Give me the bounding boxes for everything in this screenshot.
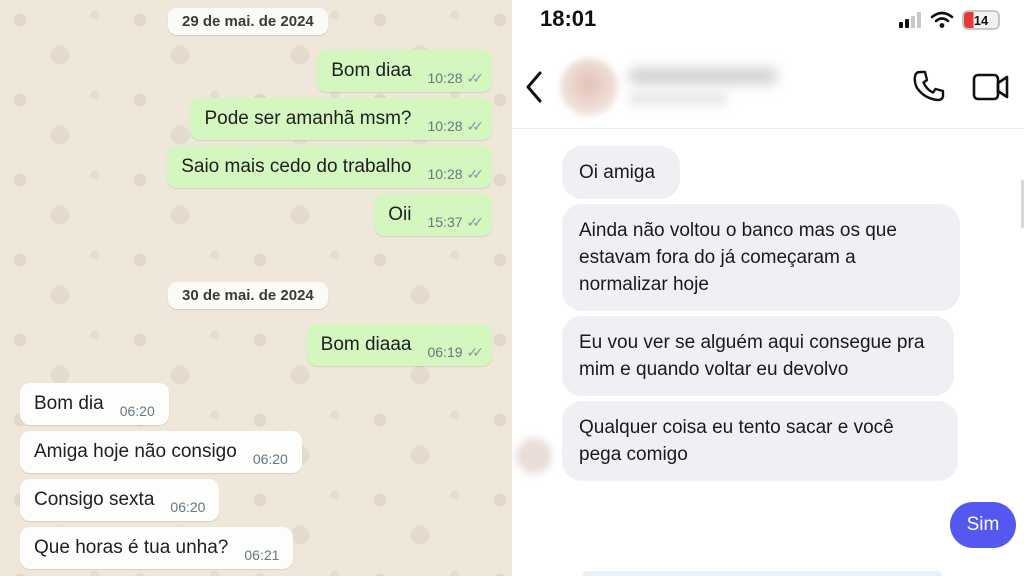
outgoing-message[interactable]: Bom diaa 10:28 ✓✓ [317,50,492,92]
incoming-message[interactable]: Consigo sexta 06:20 [20,479,220,521]
message-text: Saio mais cedo do trabalho [181,156,412,177]
double-check-icon: ✓✓ [466,117,485,134]
message-text: Bom diaaa [320,334,412,355]
incoming-message[interactable]: Oi amiga [562,146,680,199]
message-text: Consigo sexta [34,489,155,510]
signal-icon [899,12,921,28]
message-time: 06:20 [170,499,206,515]
status-bar-icons: 14 [898,10,1000,30]
double-check-icon: ✓✓ [466,213,485,230]
incoming-message[interactable]: Que horas é tua unha? 06:21 [20,527,294,569]
message-meta: 15:37 ✓✓ [427,213,485,231]
message-time: 06:20 [252,451,288,467]
message-time: 10:28 [427,118,463,134]
message-text: Oii [388,204,412,225]
incoming-message[interactable]: Ainda não voltou o banco mas os que esta… [562,204,960,311]
message-meta: 06:19 ✓✓ [427,343,485,361]
chat-header [512,45,1024,129]
sender-avatar-blurred [516,438,552,474]
message-meta: 10:28 ✓✓ [427,69,485,87]
incoming-message[interactable]: Qualquer coisa eu tento sacar e você peg… [562,401,958,481]
incoming-message[interactable]: Bom dia 06:20 [20,383,169,425]
message-text: Bom diaa [331,60,412,81]
message-meta: 10:28 ✓✓ [427,117,485,135]
message-time: 10:28 [427,166,463,182]
incoming-message[interactable]: Amiga hoje não consigo 06:20 [20,431,302,473]
incoming-message[interactable]: Eu vou ver se alguém aqui consegue pra m… [562,316,954,396]
outgoing-message[interactable]: Sim [950,502,1016,548]
contact-subtitle-blurred [628,93,728,105]
message-text: Que horas é tua unha? [34,537,229,558]
back-chevron-icon[interactable] [522,67,546,107]
whatsapp-chat-panel: 29 de mai. de 2024 Bom diaa 10:28 ✓✓ Pod… [0,0,512,576]
date-separator: 29 de mai. de 2024 [168,8,328,35]
battery-icon: 14 [962,10,1000,30]
message-meta: 10:28 ✓✓ [427,165,485,183]
phone-icon[interactable] [912,69,946,103]
message-text: Bom dia [34,393,104,414]
message-time: 06:21 [244,547,280,563]
double-check-icon: ✓✓ [466,343,485,360]
message-time: 06:20 [119,403,155,419]
message-time: 06:19 [427,344,463,360]
outgoing-message[interactable]: Bom diaaa 06:19 ✓✓ [306,324,492,366]
outgoing-message[interactable]: Oii 15:37 ✓✓ [374,194,492,236]
message-time: 15:37 [427,214,463,230]
outgoing-message[interactable]: Pode ser amanhã msm? 10:28 ✓✓ [190,98,492,140]
wifi-icon [930,11,954,28]
message-time: 10:28 [427,70,463,86]
contact-avatar-blurred[interactable] [560,58,618,116]
date-separator: 30 de mai. de 2024 [168,282,328,309]
double-check-icon: ✓✓ [466,69,485,86]
status-bar-time: 18:01 [540,6,597,31]
next-message-peek [582,571,942,576]
contact-name-blurred [628,67,778,85]
double-check-icon: ✓✓ [466,165,485,182]
message-text: Amiga hoje não consigo [34,441,237,462]
imessage-chat-panel: 18:01 14 Oi amiga Ainda não voltou o ban… [512,0,1024,576]
video-icon[interactable] [972,71,1010,103]
outgoing-message[interactable]: Saio mais cedo do trabalho 10:28 ✓✓ [167,146,492,188]
message-text: Pode ser amanhã msm? [204,108,412,129]
